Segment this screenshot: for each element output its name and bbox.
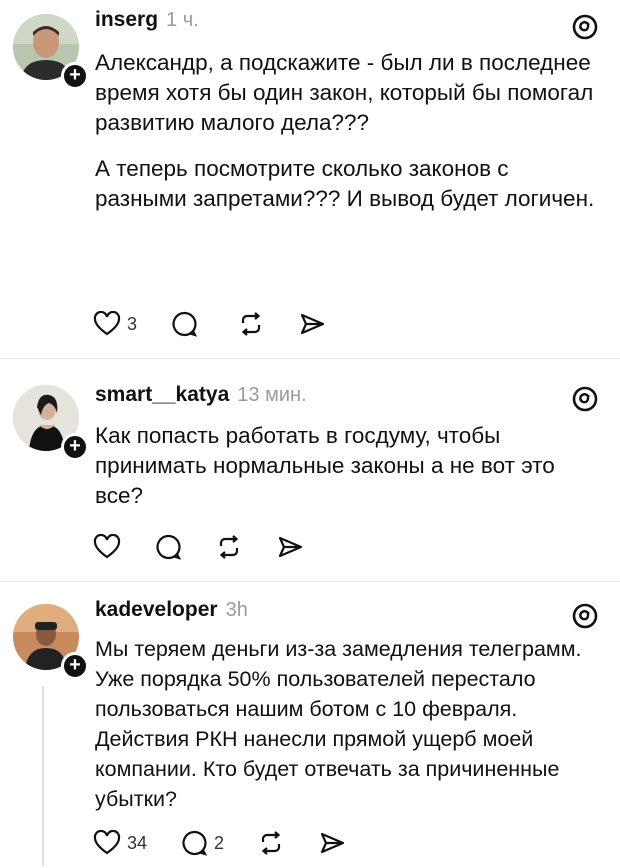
like-button[interactable] xyxy=(93,534,121,560)
threads-logo-icon[interactable] xyxy=(570,12,600,42)
post-header: smart__katya 13 мин. xyxy=(95,383,307,413)
timestamp: 1 ч. xyxy=(166,9,199,31)
avatar-container[interactable]: + xyxy=(13,385,89,461)
post-paragraph: Мы теряем деньги из-за замедления телегр… xyxy=(95,637,582,811)
threads-logo-icon[interactable] xyxy=(570,601,600,631)
follow-plus-icon[interactable]: + xyxy=(61,62,89,90)
post-header: inserg 1 ч. xyxy=(95,8,199,38)
reply-button[interactable]: 2 xyxy=(180,829,224,857)
comment-icon xyxy=(156,534,182,560)
username[interactable]: smart__katya xyxy=(95,383,229,407)
post-inserg: + inserg 1 ч. Александр, а подскажите - … xyxy=(0,0,620,358)
thread-line xyxy=(42,686,44,866)
share-button[interactable] xyxy=(276,533,304,561)
post-smart-katya: + smart__katya 13 мин. Как попасть работ… xyxy=(0,359,620,581)
reply-button[interactable] xyxy=(170,310,204,338)
repost-button[interactable] xyxy=(215,533,243,561)
share-button[interactable] xyxy=(318,829,346,857)
post-text: Александр, а подскажите - был ли в после… xyxy=(95,48,600,214)
username[interactable]: kadeveloper xyxy=(95,598,218,622)
timestamp: 13 мин. xyxy=(237,384,307,406)
post-paragraph: А теперь посмотрите сколько законов с ра… xyxy=(95,156,595,211)
post-header: kadeveloper 3h xyxy=(95,598,248,628)
threads-logo-icon[interactable] xyxy=(570,384,600,414)
heart-icon xyxy=(93,534,121,559)
comment-icon xyxy=(172,311,198,337)
post-text: Мы теряем деньги из-за замедления телегр… xyxy=(95,634,600,814)
timestamp: 3h xyxy=(225,599,248,621)
repost-icon xyxy=(241,312,261,336)
action-bar: 3 xyxy=(93,308,359,340)
repost-icon xyxy=(219,535,239,559)
send-icon xyxy=(320,832,345,854)
follow-plus-icon[interactable]: + xyxy=(61,652,89,680)
username[interactable]: inserg xyxy=(95,8,158,32)
share-button[interactable] xyxy=(298,310,326,338)
post-paragraph: Как попасть работать в госдуму, чтобы пр… xyxy=(95,423,555,508)
reply-button[interactable] xyxy=(154,533,182,561)
avatar-container[interactable]: + xyxy=(13,604,89,680)
like-button[interactable]: 34 xyxy=(93,830,147,856)
send-icon xyxy=(278,536,303,558)
like-count: 3 xyxy=(127,313,138,334)
heart-icon xyxy=(93,311,121,336)
repost-button[interactable] xyxy=(257,829,285,857)
follow-plus-icon[interactable]: + xyxy=(61,433,89,461)
repost-button[interactable] xyxy=(237,310,265,338)
action-bar: 34 2 xyxy=(93,827,379,859)
post-kadeveloper: + kadeveloper 3h Мы теряем деньги из-за … xyxy=(0,582,620,868)
like-count: 34 xyxy=(127,832,148,853)
avatar-container[interactable]: + xyxy=(13,14,89,90)
repost-icon xyxy=(261,831,281,855)
send-icon xyxy=(300,313,325,335)
reply-count: 2 xyxy=(214,832,225,853)
like-button[interactable]: 3 xyxy=(93,311,137,337)
post-paragraph: Александр, а подскажите - был ли в после… xyxy=(95,50,594,135)
action-bar xyxy=(93,531,337,563)
heart-icon xyxy=(93,830,121,855)
comment-icon xyxy=(182,830,208,856)
post-text: Как попасть работать в госдуму, чтобы пр… xyxy=(95,421,600,511)
